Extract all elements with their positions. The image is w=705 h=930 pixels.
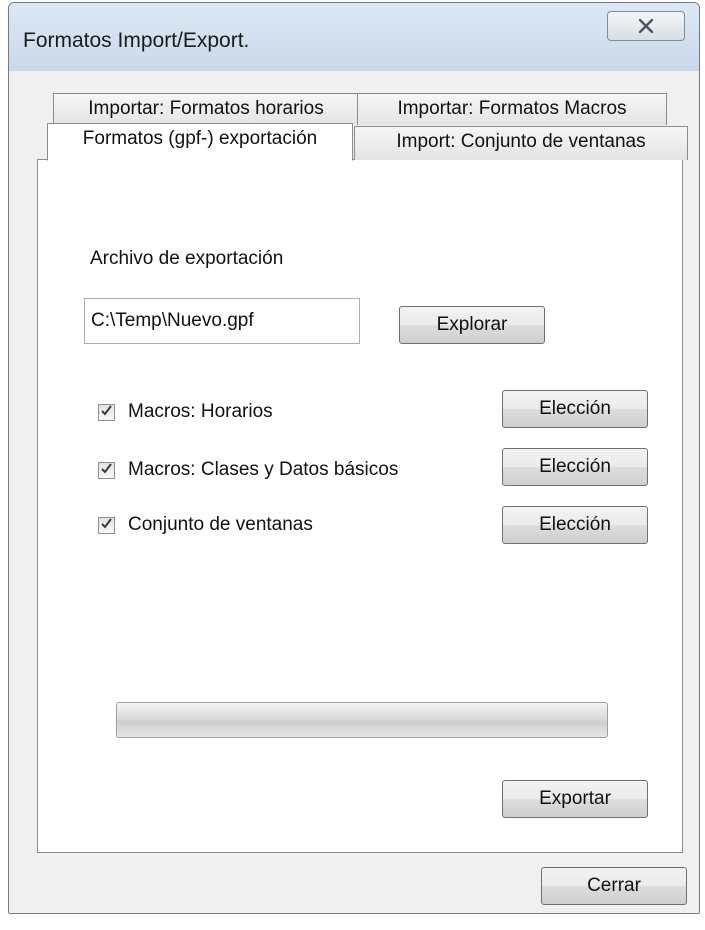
exportar-button-label: Exportar [539,788,611,809]
explorar-button-label: Explorar [436,314,508,335]
checkmark-icon [100,462,113,480]
eleccion-ventanas-button[interactable]: Elección [502,506,648,544]
dialog-window: Formatos Import/Export. Importar: Format… [8,2,700,914]
eleccion-button-label: Elección [539,456,611,477]
tab-formatos-exportacion[interactable]: Formatos (gpf-) exportación [47,123,353,161]
tab-importar-formatos-horarios[interactable]: Importar: Formatos horarios [53,93,359,125]
dialog-body: Importar: Formatos horarios Importar: Fo… [9,71,699,913]
eleccion-clases-button[interactable]: Elección [502,448,648,486]
tab-label: Import: Conjunto de ventanas [396,131,646,152]
conjunto-ventanas-label: Conjunto de ventanas [128,514,313,535]
close-window-button[interactable] [607,11,685,41]
export-file-label: Archivo de exportación [90,248,284,269]
export-file-input[interactable] [84,298,360,344]
title-bar: Formatos Import/Export. [9,3,699,72]
tab-label: Importar: Formatos Macros [397,98,627,119]
explorar-button[interactable]: Explorar [399,306,545,344]
eleccion-button-label: Elección [539,398,611,419]
cerrar-button-label: Cerrar [587,875,641,896]
macros-clases-label: Macros: Clases y Datos básicos [128,459,399,480]
checkmark-icon [100,517,113,535]
eleccion-horarios-button[interactable]: Elección [502,390,648,428]
tab-label: Importar: Formatos horarios [88,98,324,119]
eleccion-button-label: Elección [539,514,611,535]
checkmark-icon [100,404,113,422]
window-title: Formatos Import/Export. [23,29,250,52]
cerrar-button[interactable]: Cerrar [541,867,687,905]
exportar-button[interactable]: Exportar [502,780,648,818]
tab-importar-formatos-macros[interactable]: Importar: Formatos Macros [357,93,667,125]
export-tab-panel: Archivo de exportación Explorar Macros: … [37,159,683,853]
tab-import-conjunto-ventanas[interactable]: Import: Conjunto de ventanas [354,126,688,160]
macros-horarios-label: Macros: Horarios [128,401,273,422]
export-progress-bar [116,702,608,738]
close-icon [638,19,654,33]
tab-label: Formatos (gpf-) exportación [82,128,318,149]
macros-horarios-checkbox[interactable] [98,404,115,421]
conjunto-ventanas-checkbox[interactable] [98,517,115,534]
macros-clases-checkbox[interactable] [98,462,115,479]
